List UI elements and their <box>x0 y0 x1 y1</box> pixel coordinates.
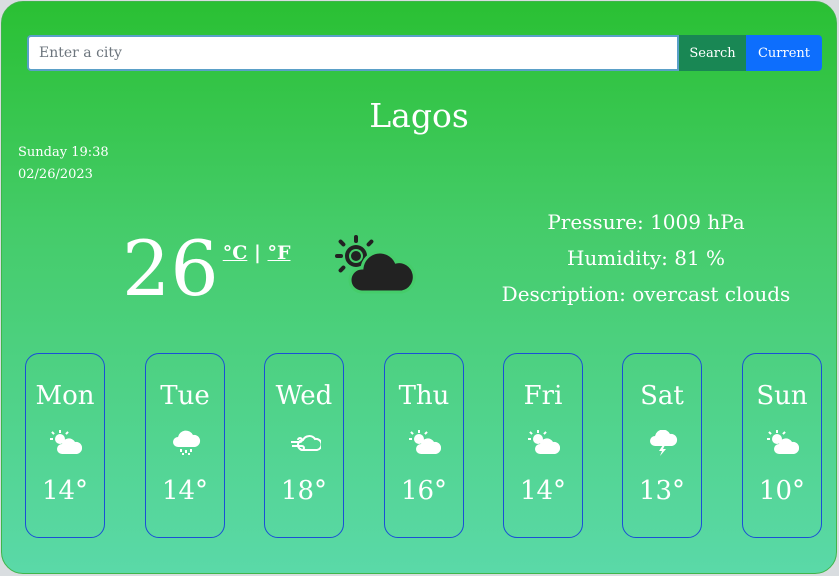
unit-toggle: °C | °F <box>223 242 291 264</box>
forecast-temp: 14° <box>41 476 89 506</box>
description-text: Description: overcast clouds <box>501 282 791 306</box>
unit-separator: | <box>253 242 261 264</box>
forecast-temp: 14° <box>519 476 567 506</box>
sun-cloud-icon <box>528 430 560 454</box>
search-button[interactable]: Search <box>679 35 746 71</box>
forecast-day: Sat <box>640 381 684 411</box>
forecast-card-wed: Wed 18° <box>264 353 344 538</box>
forecast-temp: 13° <box>638 476 686 506</box>
forecast-temp: 14° <box>161 476 209 506</box>
forecast-temp: 18° <box>280 476 328 506</box>
city-name: Lagos <box>369 96 469 135</box>
sun-cloud-icon <box>50 430 82 454</box>
fahrenheit-link[interactable]: °F <box>268 242 291 264</box>
weather-app: Search Current Lagos Sunday 19:38 02/26/… <box>1 1 837 574</box>
forecast-card-mon: Mon 14° <box>25 353 105 538</box>
sun-cloud-icon <box>409 430 441 454</box>
forecast-temp: 10° <box>758 476 806 506</box>
forecast-day: Thu <box>398 381 450 411</box>
forecast-day: Sun <box>756 381 808 411</box>
humidity-text: Humidity: 81 % <box>566 246 726 270</box>
forecast-card-thu: Thu 16° <box>384 353 464 538</box>
thunder-cloud-icon <box>650 430 678 456</box>
current-location-button[interactable]: Current <box>746 35 822 71</box>
city-search-input[interactable] <box>27 35 679 71</box>
forecast-day: Wed <box>275 381 333 411</box>
pressure-text: Pressure: 1009 hPa <box>547 210 745 234</box>
forecast-temp: 16° <box>400 476 448 506</box>
date-text: 02/26/2023 <box>18 167 93 182</box>
forecast-card-sat: Sat 13° <box>622 353 702 538</box>
forecast-row: Mon 14° Tue 14° Wed 18° Thu 16° Fri 14° … <box>25 353 825 543</box>
current-temperature: 26 °C | °F <box>122 224 291 314</box>
sun-cloud-icon <box>767 430 799 454</box>
forecast-card-fri: Fri 14° <box>503 353 583 538</box>
celsius-link[interactable]: °C <box>223 242 248 264</box>
forecast-card-tue: Tue 14° <box>145 353 225 538</box>
forecast-day: Mon <box>35 381 95 411</box>
day-time-text: Sunday 19:38 <box>18 145 109 160</box>
date-time: Sunday 19:38 02/26/2023 <box>18 142 109 186</box>
weather-details: Pressure: 1009 hPa Humidity: 81 % Descri… <box>490 204 802 312</box>
temperature-value: 26 <box>122 224 219 313</box>
forecast-day: Tue <box>160 381 210 411</box>
forecast-day: Fri <box>523 381 563 411</box>
wind-cloud-icon <box>291 435 321 451</box>
forecast-card-sun: Sun 10° <box>742 353 822 538</box>
search-bar: Search Current <box>27 35 823 71</box>
rain-cloud-icon <box>173 430 201 455</box>
sun-behind-cloud-icon <box>335 235 416 294</box>
